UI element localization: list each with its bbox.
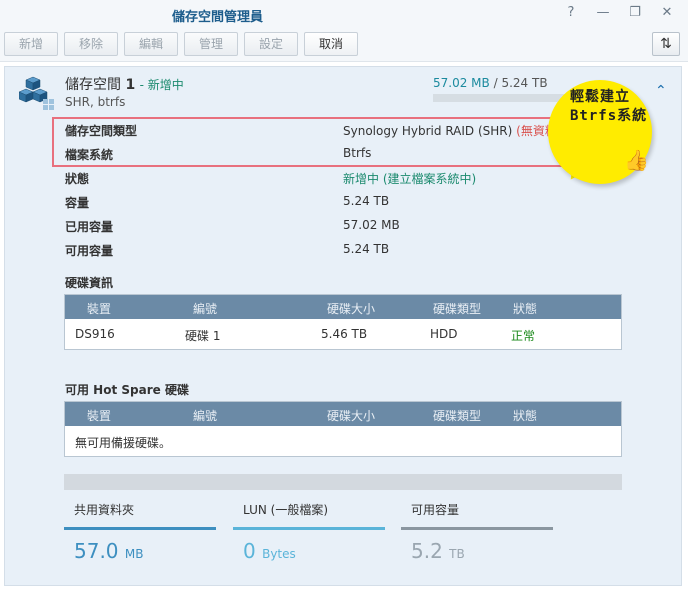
stat-available: 可用容量 5.2 TB	[401, 495, 553, 575]
settings-button[interactable]: 設定	[244, 32, 298, 56]
help-icon[interactable]: ?	[562, 4, 580, 22]
volume-title: 儲存空間 1 - 新增中	[65, 74, 184, 94]
stat-value: 57.0 MB	[74, 539, 143, 563]
total-capacity: 5.24 TB	[501, 76, 548, 90]
close-icon[interactable]: ✕	[658, 4, 676, 22]
empty-text: 無可用備援硬碟。	[75, 436, 172, 450]
prop-value-status: 新增中 (建立檔案系統中)	[343, 170, 476, 187]
stat-lun: LUN (一般檔案) 0 Bytes	[233, 495, 385, 575]
prop-value-capacity: 5.24 TB	[343, 194, 390, 208]
prop-label-available: 可用容量	[65, 244, 114, 258]
stat-value: 0 Bytes	[243, 539, 296, 563]
disk-info-title: 硬碟資訊	[65, 276, 114, 290]
used-capacity: 57.02 MB	[433, 76, 490, 90]
prop-label-used: 已用容量	[65, 220, 114, 234]
hotspare-table-header: 裝置 編號 硬碟大小 硬碟類型 狀態	[65, 402, 621, 426]
col-device[interactable]: 裝置	[87, 300, 111, 317]
stat-number: 5.2	[411, 539, 443, 563]
window-title: 儲存空間管理員	[172, 10, 264, 25]
prop-label-volume-type: 儲存空間類型	[65, 124, 138, 138]
capacity-distribution-bar	[64, 474, 622, 490]
col-number[interactable]: 編號	[193, 407, 217, 424]
cancel-button[interactable]: 取消	[304, 32, 358, 56]
remove-button[interactable]: 移除	[64, 32, 118, 56]
volume-name: 儲存空間	[65, 77, 121, 93]
usage-text: 57.02 MB / 5.24 TB	[433, 76, 548, 90]
manage-button[interactable]: 管理	[184, 32, 238, 56]
prop-label-status: 狀態	[65, 172, 90, 186]
col-status[interactable]: 狀態	[513, 407, 537, 424]
col-device[interactable]: 裝置	[87, 407, 111, 424]
disk-table: 裝置 編號 硬碟大小 硬碟類型 狀態 DS916 硬碟 1 5.46 TB HD…	[64, 294, 622, 350]
sort-icon[interactable]: ⇅	[652, 32, 680, 56]
stat-unit: MB	[124, 547, 144, 561]
chevron-up-icon[interactable]: ⌃	[655, 83, 667, 99]
maximize-icon[interactable]: ❐	[626, 4, 644, 22]
col-disk-size[interactable]: 硬碟大小	[327, 300, 375, 317]
hotspare-table: 裝置 編號 硬碟大小 硬碟類型 狀態 無可用備援硬碟。	[64, 401, 622, 457]
col-disk-type[interactable]: 硬碟類型	[433, 407, 481, 424]
cell-status: 正常	[511, 329, 536, 343]
col-disk-type[interactable]: 硬碟類型	[433, 300, 481, 317]
minimize-icon[interactable]: —	[594, 4, 612, 22]
status-value: 新增中 (建立檔案系統中)	[343, 172, 477, 186]
disk-table-header: 裝置 編號 硬碟大小 硬碟類型 狀態	[65, 295, 621, 319]
stat-shared-folder: 共用資料夾 57.0 MB	[64, 495, 216, 575]
edit-button[interactable]: 編輯	[124, 32, 178, 56]
stat-label: 可用容量	[411, 503, 460, 517]
prop-label-capacity: 容量	[65, 196, 90, 210]
prop-value-filesystem: Btrfs	[343, 146, 372, 160]
stat-line	[401, 527, 553, 530]
title-bar: 儲存空間管理員 ? — ❐ ✕	[0, 0, 688, 28]
empty-row: 無可用備援硬碟。	[65, 426, 621, 456]
col-disk-size[interactable]: 硬碟大小	[327, 407, 375, 424]
stat-line	[64, 527, 216, 530]
cell-disk-size: 5.46 TB	[321, 327, 368, 341]
usage-separator: /	[493, 76, 498, 90]
stat-number: 0	[243, 539, 256, 563]
stat-unit: TB	[449, 547, 465, 561]
create-button[interactable]: 新增	[4, 32, 58, 56]
prop-label-filesystem: 檔案系統	[65, 148, 114, 162]
stat-label: LUN (一般檔案)	[243, 503, 329, 517]
stat-line	[233, 527, 385, 530]
volume-number: 1	[125, 77, 136, 93]
cell-number: 硬碟 1	[185, 329, 221, 343]
volume-cubes-icon	[19, 76, 54, 110]
stat-unit: Bytes	[262, 547, 296, 561]
stat-value: 5.2 TB	[411, 539, 465, 563]
stat-number: 57.0	[74, 539, 119, 563]
col-status[interactable]: 狀態	[513, 300, 537, 317]
stat-label: 共用資料夾	[74, 503, 135, 517]
col-number[interactable]: 編號	[193, 300, 217, 317]
toolbar: 新增 移除 編輯 管理 設定 取消 ⇅	[0, 28, 688, 62]
thumbs-up-icon: 👍	[624, 148, 649, 172]
table-row[interactable]: DS916 硬碟 1 5.46 TB HDD 正常	[65, 319, 621, 349]
cell-device: DS916	[75, 327, 115, 341]
annotation-text: 輕鬆建立Btrfs系統	[570, 89, 648, 124]
prop-value-used: 57.02 MB	[343, 218, 400, 232]
cell-disk-type: HDD	[430, 327, 458, 341]
volume-subtitle: SHR, btrfs	[65, 95, 126, 109]
prop-value-available: 5.24 TB	[343, 242, 390, 256]
hotspare-title: 可用 Hot Spare 硬碟	[65, 383, 189, 397]
volume-type-value: Synology Hybrid RAID (SHR)	[343, 124, 513, 138]
volume-status: - 新增中	[139, 78, 184, 92]
